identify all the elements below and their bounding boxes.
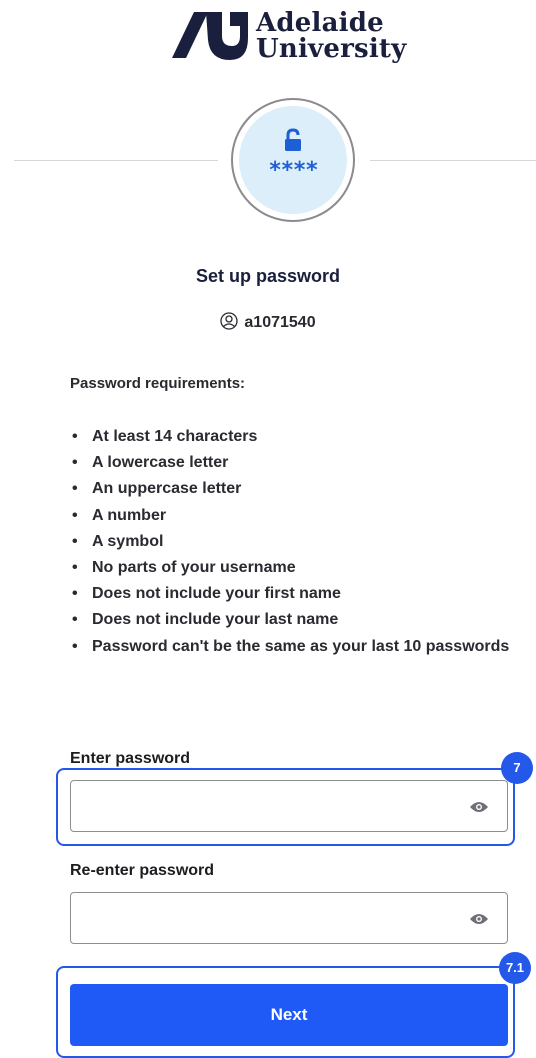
header-divider-left xyxy=(14,160,218,161)
brand-logo: Adelaide University xyxy=(172,6,412,66)
badge-inner: **** xyxy=(239,106,347,214)
brand-wordmark: Adelaide University xyxy=(256,10,406,62)
password-badge: **** xyxy=(222,98,366,222)
confirm-password-field xyxy=(70,892,508,944)
unlock-icon xyxy=(285,128,301,151)
username-display: a1071540 xyxy=(0,312,536,332)
brand-name-line1: Adelaide xyxy=(256,8,384,38)
confirm-password-input[interactable] xyxy=(71,893,475,943)
requirement-item: A lowercase letter xyxy=(70,450,520,476)
header-divider-right xyxy=(370,160,536,161)
requirement-item: An uppercase letter xyxy=(70,476,520,502)
requirement-item: A number xyxy=(70,503,520,529)
step-highlight-password xyxy=(56,768,515,846)
username-text: a1071540 xyxy=(244,314,316,331)
requirement-item: At least 14 characters xyxy=(70,424,520,450)
badge-circle: **** xyxy=(231,98,355,222)
step-badge: 7.1 xyxy=(499,952,531,984)
requirement-item: A symbol xyxy=(70,529,520,555)
requirement-item: Password can't be the same as your last … xyxy=(70,634,520,660)
logo-mark-icon xyxy=(172,12,248,60)
eye-icon[interactable] xyxy=(469,912,489,926)
requirements-list: At least 14 characters A lowercase lette… xyxy=(70,424,520,660)
requirement-item: Does not include your last name xyxy=(70,607,520,633)
step-badge: 7 xyxy=(501,752,533,784)
confirm-password-label: Re-enter password xyxy=(70,862,215,879)
brand-name-line2: University xyxy=(256,34,407,64)
step-highlight-next xyxy=(56,966,515,1058)
requirements-heading: Password requirements: xyxy=(70,375,246,392)
requirement-item: Does not include your first name xyxy=(70,581,520,607)
page-title: Set up password xyxy=(195,266,341,286)
requirement-item: No parts of your username xyxy=(70,555,520,581)
user-icon xyxy=(220,312,239,330)
masked-password-text: **** xyxy=(268,158,319,183)
password-label: Enter password xyxy=(70,750,191,767)
